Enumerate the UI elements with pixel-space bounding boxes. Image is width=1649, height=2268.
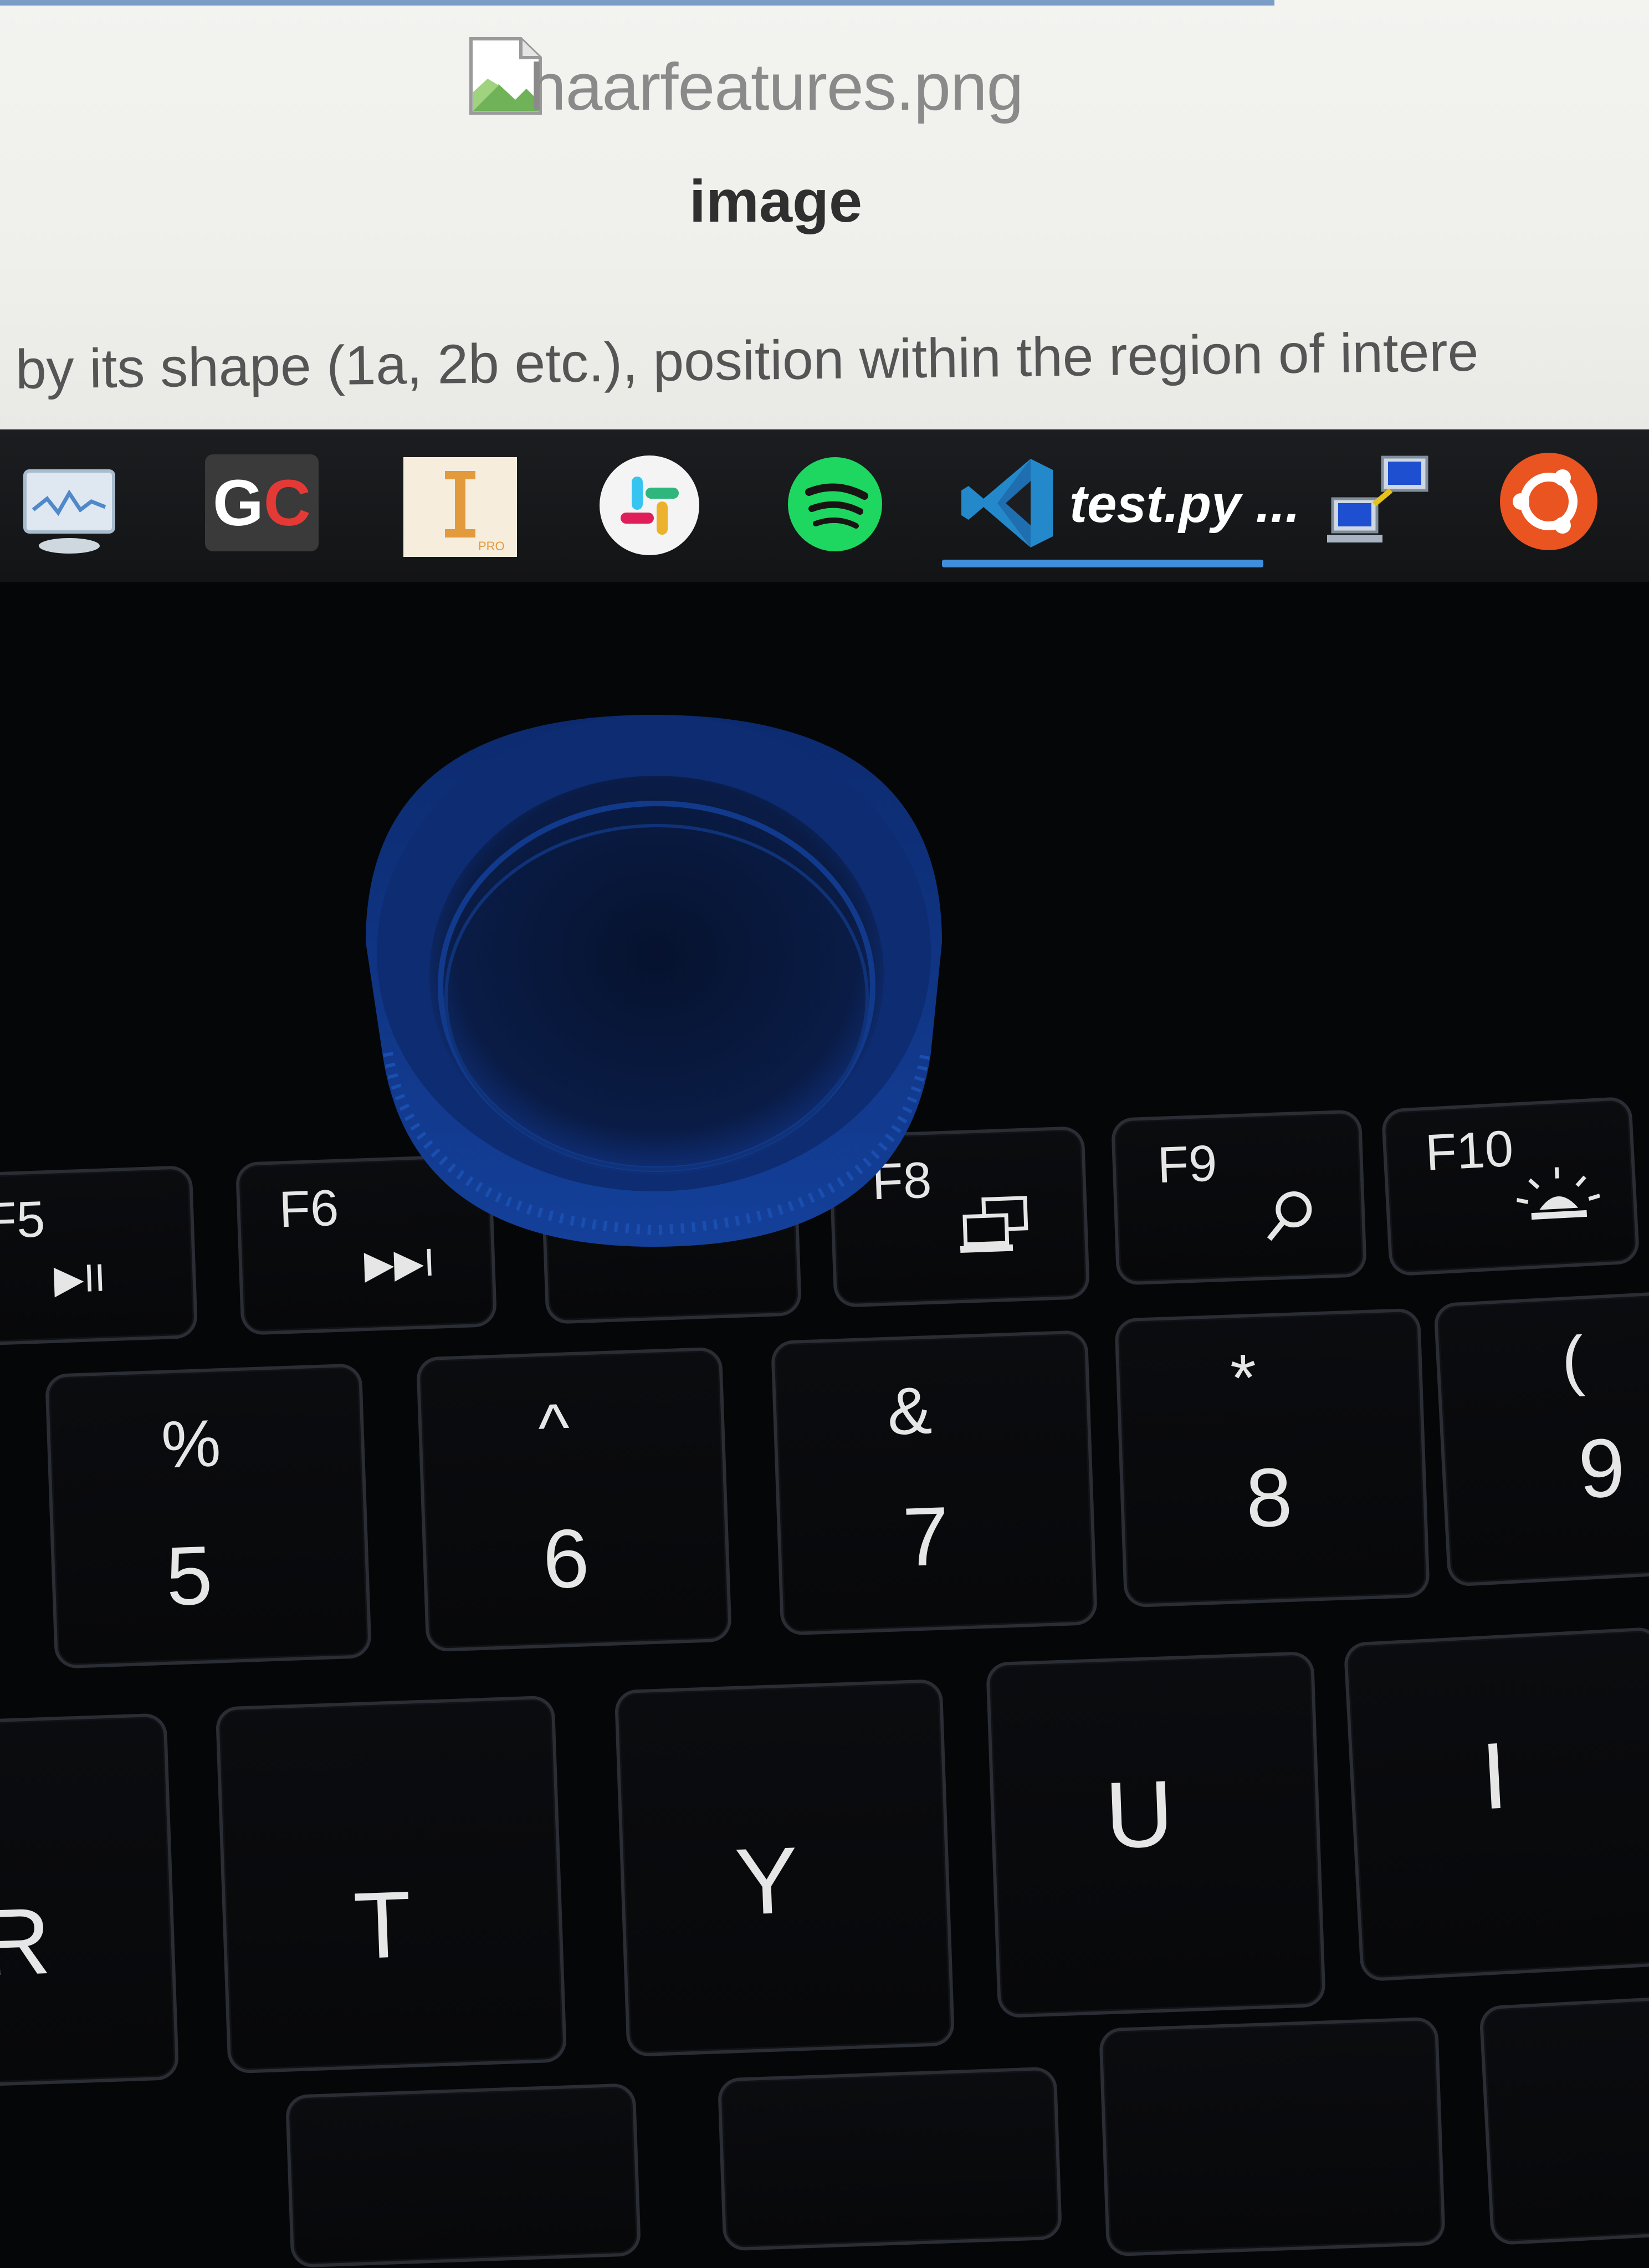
image-alt-text: haarfeatures.png	[529, 50, 1023, 124]
vscode-icon	[961, 459, 1053, 547]
taskbar-item-vscode[interactable]: test.py ...	[942, 452, 1300, 567]
gc-label-g: G	[212, 466, 264, 540]
key-8-number: 8	[1244, 1450, 1294, 1545]
key-bottom-mid[interactable]	[717, 2066, 1063, 2251]
key-t[interactable]: T	[215, 1695, 567, 2074]
key-6-symbol: ^	[537, 1390, 571, 1466]
play-pause-icon: ▶II	[53, 1256, 106, 1301]
key-8-symbol: *	[1229, 1340, 1258, 1416]
page-top-bar	[0, 0, 1274, 6]
key-bottom-right[interactable]	[1098, 2016, 1446, 2257]
vscode-window-title: test.py ...	[1069, 474, 1300, 534]
key-t-label: T	[352, 1871, 413, 1979]
image-caption: image	[689, 167, 863, 234]
key-f9[interactable]: F9	[1110, 1109, 1368, 1286]
key-7[interactable]: & 7	[770, 1330, 1098, 1636]
key-y-label: Y	[733, 1827, 800, 1936]
key-9[interactable]: ( 9	[1433, 1289, 1649, 1588]
key-8[interactable]: * 8	[1114, 1308, 1430, 1608]
key-f5-label: F5	[0, 1191, 46, 1250]
display-switch-icon	[960, 1196, 1028, 1253]
key-f10-label: F10	[1423, 1120, 1515, 1181]
keyboard-backlight-icon	[1516, 1167, 1601, 1220]
key-f6-label: F6	[278, 1179, 340, 1238]
key-5-number: 5	[164, 1528, 214, 1623]
gc-label-c: C	[263, 466, 311, 540]
key-5[interactable]: % 5	[44, 1363, 372, 1669]
key-u[interactable]: U	[985, 1651, 1327, 2019]
key-u-label: U	[1103, 1760, 1175, 1869]
key-6-number: 6	[541, 1511, 591, 1606]
monitor-icon[interactable]	[14, 460, 127, 557]
key-9-number: 9	[1576, 1420, 1627, 1516]
key-5-symbol: %	[160, 1406, 222, 1482]
slack-icon[interactable]	[598, 454, 701, 557]
ubuntu-icon[interactable]	[1499, 452, 1599, 551]
key-7-symbol: &	[886, 1373, 933, 1449]
key-f9-label: F9	[1156, 1135, 1218, 1194]
key-f5[interactable]: F5 ▶II	[0, 1165, 198, 1347]
key-7-number: 7	[901, 1489, 951, 1584]
key-r[interactable]: R	[0, 1713, 180, 2090]
key-bottom-far-right[interactable]	[1478, 1994, 1649, 2246]
key-i[interactable]: I	[1343, 1626, 1649, 1982]
key-6[interactable]: ^ 6	[416, 1347, 733, 1652]
active-indicator	[942, 560, 1263, 567]
taskbar: GC PRO test.py ...	[0, 429, 1649, 582]
browser-page: haarfeatures.png image by its shape (1a,…	[0, 0, 1649, 429]
key-i-label: I	[1478, 1723, 1510, 1830]
body-paragraph: by its shape (1a, 2b etc.), position wit…	[15, 320, 1479, 401]
bottle-cap	[366, 715, 942, 1247]
key-y[interactable]: Y	[614, 1678, 955, 2057]
search-icon	[1267, 1191, 1312, 1241]
svg-text:PRO: PRO	[478, 539, 505, 553]
spotify-icon[interactable]	[787, 456, 884, 553]
pro-icon[interactable]: PRO	[403, 457, 517, 557]
gc-icon[interactable]: GC	[205, 454, 319, 551]
key-bottom-left[interactable]	[285, 2083, 642, 2268]
key-9-symbol: (	[1560, 1322, 1586, 1398]
network-icon[interactable]	[1322, 452, 1438, 549]
key-r-label: R	[0, 1888, 53, 1996]
key-f10[interactable]: F10	[1381, 1096, 1640, 1277]
